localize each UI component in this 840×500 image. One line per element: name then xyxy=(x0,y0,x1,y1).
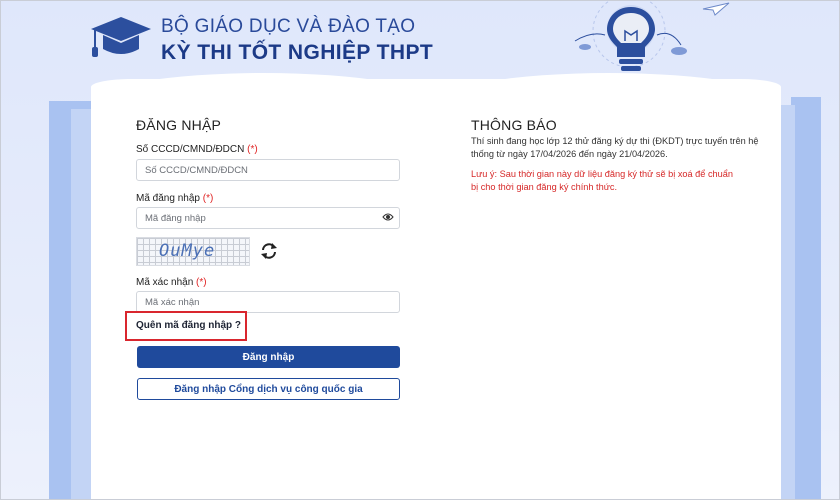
page-frame: BỘ GIÁO DỤC VÀ ĐÀO TẠO KỲ THI TỐT NGHIỆP… xyxy=(0,0,840,500)
required-mark: (*) xyxy=(202,193,214,204)
login-code-label-text: Mã đăng nhập xyxy=(136,193,200,204)
paper-plane-icon xyxy=(702,2,730,16)
book-cover-right xyxy=(791,97,821,499)
exam-name: KỲ THI TỐT NGHIỆP THPT xyxy=(161,41,434,64)
login-heading: ĐĂNG NHẬP xyxy=(136,117,222,133)
ministry-name: BỘ GIÁO DỤC VÀ ĐÀO TẠO xyxy=(161,16,416,37)
id-number-input[interactable] xyxy=(136,159,400,181)
book-cover-right-inner xyxy=(779,105,795,499)
notice-warning: Lưu ý: Sau thời gian này dữ liệu đăng ký… xyxy=(471,169,733,192)
notice-body: Thí sinh đang học lớp 12 thử đăng ký dự … xyxy=(471,136,759,159)
national-portal-login-button[interactable]: Đăng nhập Cổng dịch vụ công quốc gia xyxy=(137,378,400,400)
required-mark: (*) xyxy=(247,144,258,155)
login-code-label: Mã đăng nhập (*) xyxy=(136,193,213,204)
captcha-text: OuMye xyxy=(159,241,216,261)
graduation-cap-icon xyxy=(91,17,151,57)
forgot-login-code-link[interactable]: Quên mã đăng nhập ? xyxy=(136,320,241,331)
verify-code-input[interactable] xyxy=(136,291,400,313)
required-mark: (*) xyxy=(196,277,207,288)
eye-icon[interactable] xyxy=(382,212,394,222)
id-number-label: Số CCCD/CMND/ĐDCN (*) xyxy=(136,144,258,155)
captcha-image: OuMye xyxy=(136,237,250,266)
login-button[interactable]: Đăng nhập xyxy=(137,346,400,368)
login-code-input[interactable] xyxy=(136,207,400,229)
verify-code-label: Mã xác nhận (*) xyxy=(136,277,207,288)
verify-code-label-text: Mã xác nhận xyxy=(136,277,194,288)
refresh-icon[interactable] xyxy=(259,242,279,260)
id-number-label-text: Số CCCD/CMND/ĐDCN xyxy=(136,144,245,155)
notice-heading: THÔNG BÁO xyxy=(471,117,557,133)
site-title: BỘ GIÁO DỤC VÀ ĐÀO TẠO KỲ THI TỐT NGHIỆP… xyxy=(161,15,433,67)
